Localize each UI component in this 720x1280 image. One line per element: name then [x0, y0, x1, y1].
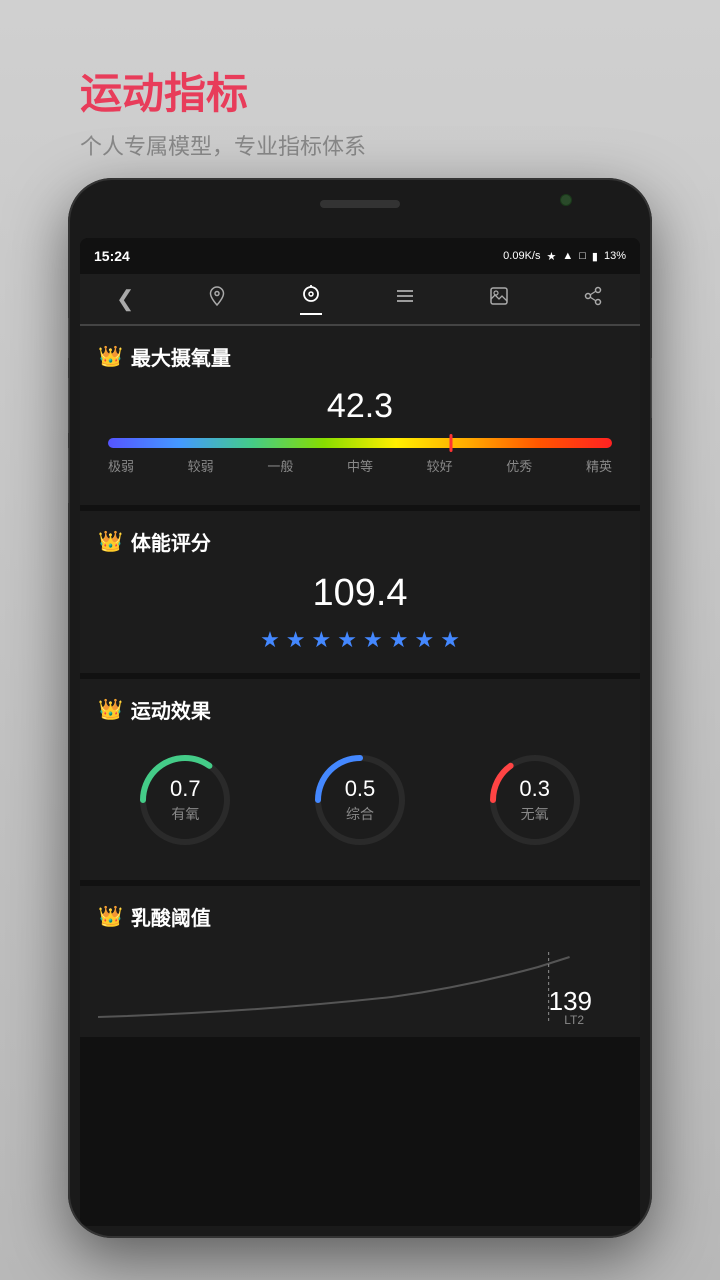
- wifi-icon: ▲: [562, 250, 573, 262]
- stars-row: ★ ★ ★ ★ ★ ★ ★ ★: [98, 627, 622, 653]
- fitness-label: 体能评分: [131, 527, 211, 556]
- label-jingying: 精英: [586, 456, 612, 475]
- star-1: ★: [260, 627, 280, 653]
- aerobic-circle-inner: 0.7 有氧: [135, 750, 235, 850]
- combined-circle-item: 0.5 综合: [310, 750, 410, 850]
- rainbow-bar-container: 极弱 较弱 一般 中等 较好 优秀 精英: [108, 438, 612, 475]
- crown-icon-fitness: 👑: [98, 529, 123, 554]
- fitness-score-value: 109.4: [98, 572, 622, 615]
- page-subtitle: 个人专属模型，专业指标体系: [80, 129, 366, 161]
- status-bar: 15:24 0.09K/s ★ ▲ □ ▮ 13%: [80, 238, 640, 274]
- effect-circles: 0.7 有氧 0.5: [98, 740, 622, 860]
- page-title: 运动指标: [80, 60, 366, 121]
- star-4: ★: [337, 627, 357, 653]
- star-2: ★: [286, 627, 306, 653]
- aerobic-circle-item: 0.7 有氧: [135, 750, 235, 850]
- star-5: ★: [363, 627, 383, 653]
- power-button: [651, 358, 652, 418]
- nav-bar: ❮: [80, 274, 640, 326]
- aerobic-label: 有氧: [171, 804, 199, 824]
- aerobic-value: 0.7: [170, 776, 201, 802]
- map-nav-icon[interactable]: [206, 285, 228, 313]
- volume-down-button: [68, 448, 69, 503]
- vo2max-section: 👑 最大摄氧量 42.3 极弱 较弱 一般 中等 较好 优秀 精英: [80, 326, 640, 505]
- star-3: ★: [312, 627, 332, 653]
- label-jiruo: 极弱: [108, 456, 134, 475]
- rainbow-indicator: [449, 434, 452, 452]
- status-right: 0.09K/s ★ ▲ □ ▮ 13%: [503, 250, 626, 263]
- lactate-chart: 139 LT2: [98, 947, 622, 1027]
- exercise-effect-title: 👑 运动效果: [98, 695, 622, 724]
- signal-icon: □: [579, 250, 586, 262]
- fitness-title: 👑 体能评分: [98, 527, 622, 556]
- lactate-section: 👑 乳酸阈值 139 LT2: [80, 886, 640, 1037]
- star-7: ★: [414, 627, 434, 653]
- rainbow-bar: [108, 438, 612, 448]
- list-nav-icon[interactable]: [394, 285, 416, 313]
- lactate-title: 👑 乳酸阈值: [98, 902, 622, 931]
- phone-frame: 15:24 0.09K/s ★ ▲ □ ▮ 13% ❮: [68, 178, 652, 1238]
- rainbow-labels: 极弱 较弱 一般 中等 较好 优秀 精英: [108, 456, 612, 475]
- phone-speaker: [320, 200, 400, 208]
- refresh-nav-icon[interactable]: [300, 283, 322, 315]
- battery-icon: ▮: [592, 250, 598, 263]
- phone-screen: 15:24 0.09K/s ★ ▲ □ ▮ 13% ❮: [80, 238, 640, 1226]
- combined-gauge: 0.5 综合: [310, 750, 410, 850]
- label-jiaoruo: 较弱: [188, 456, 214, 475]
- anaerobic-gauge: 0.3 无氧: [485, 750, 585, 850]
- crown-icon-vo2max: 👑: [98, 344, 123, 369]
- battery-percent: 13%: [604, 250, 626, 262]
- crown-icon-lactate: 👑: [98, 904, 123, 929]
- combined-circle-inner: 0.5 综合: [310, 750, 410, 850]
- star-8: ★: [440, 627, 460, 653]
- exercise-effect-section: 👑 运动效果 0.7 有氧: [80, 679, 640, 880]
- star-6: ★: [389, 627, 409, 653]
- combined-value: 0.5: [345, 776, 376, 802]
- page-header: 运动指标 个人专属模型，专业指标体系: [80, 60, 366, 161]
- anaerobic-circle-item: 0.3 无氧: [485, 750, 585, 850]
- lactate-sublabel: LT2: [564, 1013, 584, 1027]
- vo2max-title: 👑 最大摄氧量: [98, 342, 622, 371]
- gallery-nav-icon[interactable]: [488, 285, 510, 313]
- bluetooth-icon: ★: [546, 250, 556, 263]
- volume-up-button: [68, 378, 69, 433]
- anaerobic-value: 0.3: [519, 776, 550, 802]
- mute-button: [68, 318, 69, 358]
- label-zhongdeng: 中等: [347, 456, 373, 475]
- fitness-section: 👑 体能评分 109.4 ★ ★ ★ ★ ★ ★ ★ ★: [80, 511, 640, 673]
- exercise-effect-label: 运动效果: [131, 695, 211, 724]
- back-button[interactable]: ❮: [116, 286, 134, 312]
- label-jiaohao: 较好: [427, 456, 453, 475]
- label-youxiu: 优秀: [506, 456, 532, 475]
- vo2max-value: 42.3: [98, 387, 622, 426]
- label-yiban: 一般: [267, 456, 293, 475]
- combined-label: 综合: [346, 804, 374, 824]
- aerobic-gauge: 0.7 有氧: [135, 750, 235, 850]
- status-time: 15:24: [94, 248, 130, 264]
- phone-camera: [560, 194, 572, 206]
- vo2max-label: 最大摄氧量: [131, 342, 231, 371]
- anaerobic-circle-inner: 0.3 无氧: [485, 750, 585, 850]
- content-area: 👑 最大摄氧量 42.3 极弱 较弱 一般 中等 较好 优秀 精英: [80, 326, 640, 1226]
- lactate-label: 乳酸阈值: [131, 902, 211, 931]
- anaerobic-label: 无氧: [521, 804, 549, 824]
- network-speed: 0.09K/s: [503, 250, 540, 262]
- share-nav-icon[interactable]: [582, 285, 604, 313]
- crown-icon-effect: 👑: [98, 697, 123, 722]
